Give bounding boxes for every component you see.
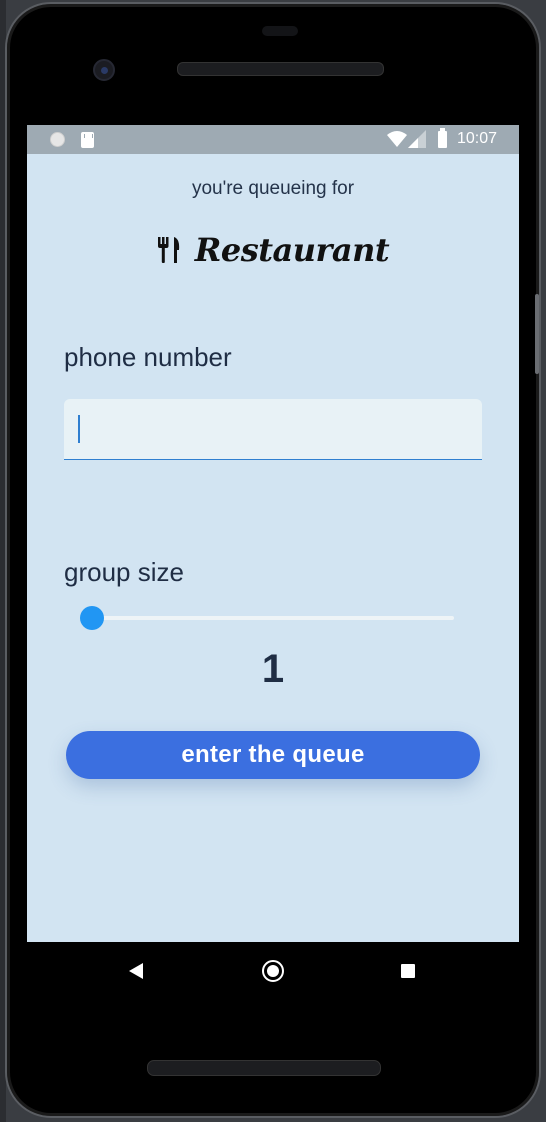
recents-icon[interactable] [401, 964, 415, 978]
top-sensor [262, 26, 298, 36]
battery-icon [438, 128, 447, 148]
back-icon[interactable] [127, 962, 145, 980]
group-size-slider-thumb[interactable] [80, 606, 104, 630]
restaurant-brand: Restaurant [27, 228, 519, 272]
status-time: 10:07 [457, 130, 498, 147]
queue-label: you're queueing for [191, 178, 355, 199]
utensils-icon [157, 237, 179, 263]
notification-dot-icon [50, 132, 65, 147]
enter-queue-button[interactable]: enter the queue [66, 731, 480, 779]
home-icon[interactable] [262, 960, 284, 982]
phone-number-input[interactable] [64, 399, 482, 459]
sd-card-icon [81, 132, 94, 148]
phone-number-label: phone number [64, 342, 232, 372]
bottom-speaker [147, 1060, 381, 1076]
signal-icon [408, 130, 426, 148]
restaurant-name: Restaurant [194, 231, 390, 269]
status-bar: 10:07 [27, 125, 519, 154]
earpiece-speaker [177, 62, 384, 76]
group-size-value: 1 [261, 647, 285, 691]
front-camera [93, 59, 115, 81]
group-size-label: group size [64, 557, 184, 587]
volume-button [535, 294, 539, 374]
app-screen: 10:07 you're queueing for Restaurant pho… [27, 125, 519, 942]
group-size-slider-track[interactable] [92, 616, 454, 620]
phone-number-field[interactable] [64, 399, 482, 460]
text-caret [78, 415, 80, 443]
wifi-icon [387, 131, 407, 147]
